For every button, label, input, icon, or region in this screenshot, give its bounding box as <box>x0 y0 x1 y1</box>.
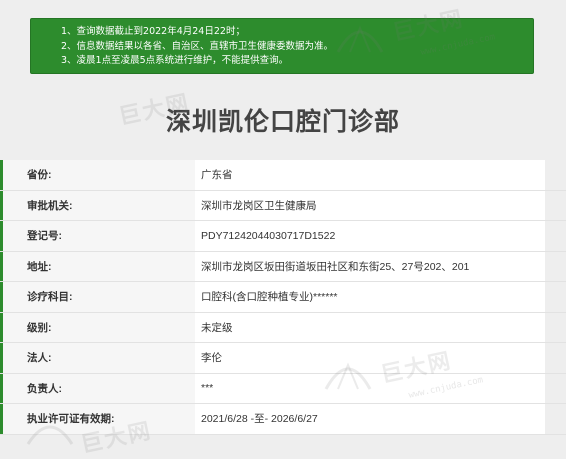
field-value-level: 未定级 <box>195 312 545 342</box>
field-value-province: 广东省 <box>195 160 545 190</box>
field-label-address: 地址: <box>0 251 195 281</box>
table-row: 省份: 广东省 <box>0 160 566 191</box>
field-label-legal-person: 法人: <box>0 343 195 373</box>
table-row: 登记号: PDY71242044030717D1522 <box>0 221 566 252</box>
notice-line-2: 2、信息数据结果以各省、自治区、直辖市卫生健康委数据为准。 <box>61 40 334 52</box>
field-label-registration: 登记号: <box>0 221 195 251</box>
field-value-legal-person: 李伦 <box>195 343 545 373</box>
field-value-license-validity: 2021/6/28 -至- 2026/6/27 <box>195 404 545 434</box>
table-row: 级别: 未定级 <box>0 312 566 343</box>
field-label-license-validity: 执业许可证有效期: <box>0 404 195 434</box>
field-label-level: 级别: <box>0 312 195 342</box>
notice-line-3: 3、凌晨1点至凌晨5点系统进行维护，不能提供查询。 <box>61 55 289 66</box>
table-row: 执业许可证有效期: 2021/6/28 -至- 2026/6/27 <box>0 404 566 435</box>
table-row: 负责人: *** <box>0 373 566 404</box>
field-label-subjects: 诊疗科目: <box>0 282 195 312</box>
info-table: 省份: 广东省 审批机关: 深圳市龙岗区卫生健康局 登记号: PDY712420… <box>0 160 566 435</box>
field-value-address: 深圳市龙岗区坂田街道坂田社区和东街25、27号202、201 <box>195 251 545 281</box>
table-row: 审批机关: 深圳市龙岗区卫生健康局 <box>0 190 566 221</box>
field-value-authority: 深圳市龙岗区卫生健康局 <box>195 190 545 220</box>
field-value-principal: *** <box>195 373 545 403</box>
field-value-subjects: 口腔科(含口腔种植专业)****** <box>195 282 545 312</box>
field-label-principal: 负责人: <box>0 373 195 403</box>
page-title: 深圳凯伦口腔门诊部 <box>165 107 400 136</box>
notice-banner: 1、查询数据截止到2022年4月24日22时； 2、信息数据结果以各省、自治区、… <box>30 18 534 74</box>
field-label-authority: 审批机关: <box>0 190 195 220</box>
field-value-registration: PDY71242044030717D1522 <box>195 221 545 251</box>
table-row: 诊疗科目: 口腔科(含口腔种植专业)****** <box>0 282 566 313</box>
table-row: 地址: 深圳市龙岗区坂田街道坂田社区和东街25、27号202、201 <box>0 251 566 282</box>
table-row: 法人: 李伦 <box>0 343 566 374</box>
field-label-province: 省份: <box>0 160 195 190</box>
notice-line-1: 1、查询数据截止到2022年4月24日22时； <box>61 26 245 37</box>
